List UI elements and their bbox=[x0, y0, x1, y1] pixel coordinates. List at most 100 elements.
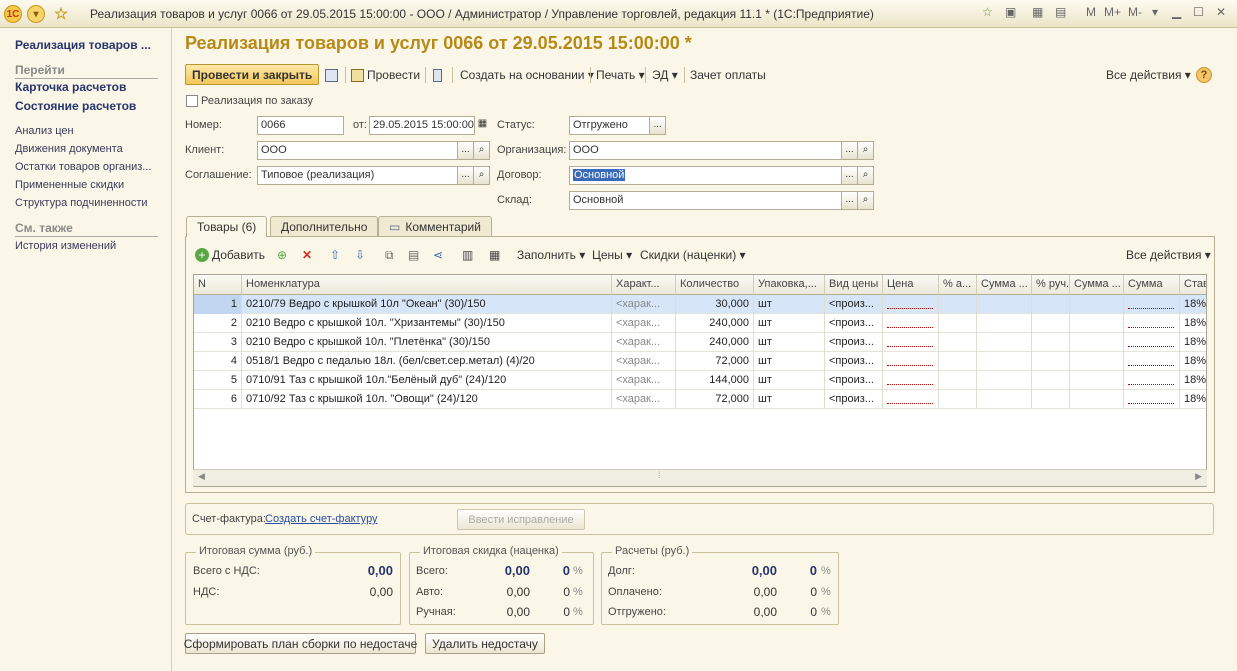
number-field[interactable]: 0066 bbox=[257, 116, 344, 135]
cell-qty[interactable]: 72,000 bbox=[676, 352, 754, 371]
scroll-left-icon[interactable]: ◀ bbox=[198, 471, 205, 482]
organization-field[interactable]: ООО bbox=[569, 141, 842, 160]
cell-n[interactable]: 4 bbox=[194, 352, 242, 371]
sum-cell[interactable] bbox=[1124, 352, 1180, 371]
cell-pack[interactable]: шт bbox=[754, 371, 825, 390]
table-row[interactable]: 2 0210 Ведро с крышкой 10л. "Хризантемы" … bbox=[194, 314, 1206, 333]
calendar-icon[interactable]: ▤ bbox=[1055, 5, 1066, 19]
mem-minus-button[interactable]: M- bbox=[1128, 5, 1142, 19]
move-down-icon[interactable]: ⇩ bbox=[355, 247, 365, 263]
cell-qty[interactable]: 240,000 bbox=[676, 333, 754, 352]
save-icon[interactable] bbox=[325, 65, 341, 85]
list-icon[interactable] bbox=[433, 65, 445, 85]
delete-row-icon[interactable]: ✕ bbox=[302, 247, 312, 263]
cell-rate[interactable]: 18% bbox=[1180, 352, 1206, 371]
goods-table[interactable]: N Номенклатура Характ... Количество Упак… bbox=[193, 274, 1207, 487]
col-characteristic[interactable]: Характ... bbox=[612, 275, 676, 295]
table-row[interactable]: 1 0210/79 Ведро с крышкой 10л "Океан" (30… bbox=[194, 295, 1206, 314]
empty-cell[interactable] bbox=[977, 352, 1032, 371]
cell-qty[interactable]: 144,000 bbox=[676, 371, 754, 390]
client-open-icon[interactable]: ⌕ bbox=[473, 141, 490, 160]
empty-cell[interactable] bbox=[1070, 390, 1124, 409]
empty-cell[interactable] bbox=[1070, 314, 1124, 333]
cell-qty[interactable]: 30,000 bbox=[676, 295, 754, 314]
col-price-type[interactable]: Вид цены bbox=[825, 275, 883, 295]
post-button[interactable]: Провести bbox=[351, 65, 420, 85]
cell-n[interactable]: 3 bbox=[194, 333, 242, 352]
sum-cell[interactable] bbox=[1124, 390, 1180, 409]
table-all-actions-menu[interactable]: Все действия ▾ bbox=[1126, 247, 1211, 263]
1c-logo-icon[interactable]: 1С bbox=[4, 5, 22, 23]
sidebar-item-settlement-status[interactable]: Состояние расчетов bbox=[15, 99, 136, 113]
cell-qty[interactable]: 72,000 bbox=[676, 390, 754, 409]
close-icon[interactable]: ✕ bbox=[1216, 5, 1226, 19]
cell-char[interactable]: <харак... bbox=[612, 371, 676, 390]
pick-goods-icon[interactable]: ▦ bbox=[489, 247, 500, 263]
empty-cell[interactable] bbox=[939, 295, 977, 314]
agreement-open-icon[interactable]: ⌕ bbox=[473, 166, 490, 185]
all-actions-menu[interactable]: Все действия ▾ bbox=[1106, 65, 1191, 85]
sidebar-link-price-analysis[interactable]: Анализ цен bbox=[15, 125, 74, 137]
ed-menu[interactable]: ЭД ▾ bbox=[652, 65, 678, 85]
cell-rate[interactable]: 18% bbox=[1180, 333, 1206, 352]
empty-cell[interactable] bbox=[939, 314, 977, 333]
empty-cell[interactable] bbox=[1032, 390, 1070, 409]
cell-price-type[interactable]: <произ... bbox=[825, 390, 883, 409]
client-field[interactable]: ООО bbox=[257, 141, 458, 160]
sum-cell[interactable] bbox=[1124, 314, 1180, 333]
empty-cell[interactable] bbox=[939, 371, 977, 390]
maximize-icon[interactable]: ☐ bbox=[1193, 5, 1204, 19]
empty-cell[interactable] bbox=[977, 371, 1032, 390]
add-favorite-icon[interactable]: ☆ bbox=[982, 5, 993, 19]
cell-name[interactable]: 0710/91 Таз с крышкой 10л."Белёный дуб" … bbox=[242, 371, 612, 390]
cell-price-type[interactable]: <произ... bbox=[825, 314, 883, 333]
empty-cell[interactable] bbox=[977, 333, 1032, 352]
cell-char[interactable]: <харак... bbox=[612, 314, 676, 333]
chevron-down-icon[interactable]: ▾ bbox=[1152, 5, 1158, 19]
cell-name[interactable]: 0210 Ведро с крышкой 10л. "Хризантемы" (… bbox=[242, 314, 612, 333]
price-cell[interactable] bbox=[883, 390, 939, 409]
build-assembly-plan-button[interactable]: Сформировать план сборки по недостаче bbox=[184, 633, 417, 654]
cell-price-type[interactable]: <произ... bbox=[825, 333, 883, 352]
cell-name[interactable]: 0210/79 Ведро с крышкой 10л "Океан" (30)… bbox=[242, 295, 612, 314]
cell-name[interactable]: 0710/92 Таз с крышкой 10л. "Овощи" (24)/… bbox=[242, 390, 612, 409]
col-sum[interactable]: Сумма bbox=[1124, 275, 1180, 295]
move-up-icon[interactable]: ⇧ bbox=[330, 247, 340, 263]
warehouse-select-button[interactable]: ... bbox=[841, 191, 858, 210]
share-icon[interactable]: ⋖ bbox=[433, 247, 443, 263]
empty-cell[interactable] bbox=[939, 333, 977, 352]
empty-cell[interactable] bbox=[977, 295, 1032, 314]
by-order-checkbox[interactable] bbox=[186, 95, 198, 107]
col-n[interactable]: N bbox=[194, 275, 242, 295]
tab-goods[interactable]: Товары (6) bbox=[186, 216, 268, 237]
scroll-right-icon[interactable]: ▶ bbox=[1195, 471, 1202, 482]
agreement-field[interactable]: Типовое (реализация) bbox=[257, 166, 458, 185]
minimize-icon[interactable]: ▁ bbox=[1172, 5, 1181, 19]
sum-cell[interactable] bbox=[1124, 371, 1180, 390]
price-cell[interactable] bbox=[883, 352, 939, 371]
post-and-close-button[interactable]: Провести и закрыть bbox=[185, 64, 320, 85]
add-row-button[interactable]: + Добавить bbox=[195, 247, 265, 263]
cell-n[interactable]: 2 bbox=[194, 314, 242, 333]
cell-name[interactable]: 0518/1 Ведро с педалью 18л. (бел/свет.се… bbox=[242, 352, 612, 371]
cell-rate[interactable]: 18% bbox=[1180, 390, 1206, 409]
mem-button[interactable]: M bbox=[1086, 5, 1096, 19]
create-based-on-menu[interactable]: Создать на основании ▾ bbox=[460, 65, 594, 85]
contract-open-icon[interactable]: ⌕ bbox=[857, 166, 874, 185]
warehouse-field[interactable]: Основной bbox=[569, 191, 842, 210]
discounts-menu[interactable]: Скидки (наценки) ▾ bbox=[640, 247, 746, 263]
col-price[interactable]: Цена bbox=[883, 275, 939, 295]
cell-rate[interactable]: 18% bbox=[1180, 295, 1206, 314]
calendar-icon[interactable]: ▦ bbox=[474, 116, 491, 135]
mem-plus-button[interactable]: M+ bbox=[1104, 5, 1121, 19]
sidebar-item-settlement-card[interactable]: Карточка расчетов bbox=[15, 80, 126, 94]
cell-n[interactable]: 1 bbox=[194, 295, 242, 314]
empty-cell[interactable] bbox=[977, 314, 1032, 333]
empty-cell[interactable] bbox=[977, 390, 1032, 409]
empty-cell[interactable] bbox=[1070, 333, 1124, 352]
price-cell[interactable] bbox=[883, 314, 939, 333]
cell-char[interactable]: <харак... bbox=[612, 390, 676, 409]
empty-cell[interactable] bbox=[1032, 371, 1070, 390]
fill-menu[interactable]: Заполнить ▾ bbox=[517, 247, 585, 263]
sidebar-link-change-history[interactable]: История изменений bbox=[15, 240, 116, 252]
